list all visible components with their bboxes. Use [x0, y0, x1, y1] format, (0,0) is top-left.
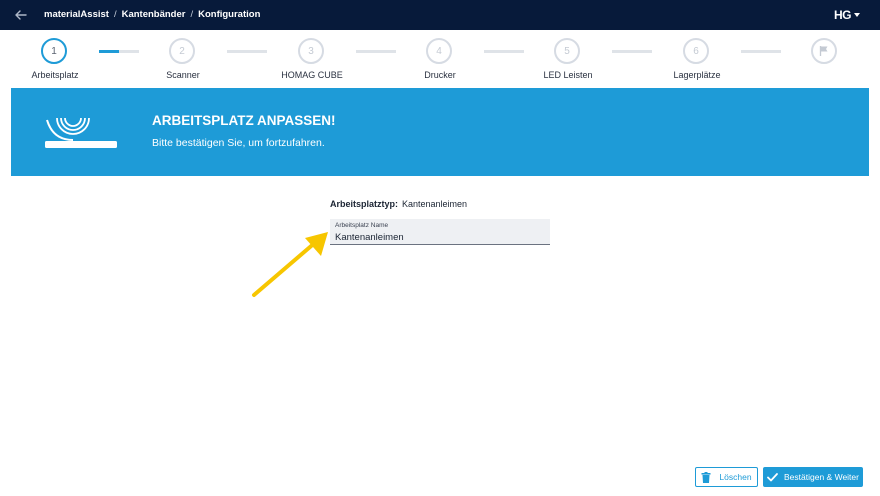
workstation-name-field[interactable]: Arbeitsplatz Name Kantenanleimen	[330, 219, 550, 245]
step-connector	[612, 50, 652, 53]
breadcrumb-separator: /	[113, 9, 117, 20]
workstation-type-value: Kantenanleimen	[402, 199, 468, 209]
step-connector	[741, 50, 781, 53]
delete-button-label: Löschen	[719, 472, 752, 482]
delete-button[interactable]: Löschen	[695, 467, 758, 487]
workstation-type-row: Arbeitsplatztyp: Kantenanleimen	[330, 199, 467, 209]
step-number: 1	[51, 45, 57, 57]
step-4-circle[interactable]: 4	[426, 38, 452, 64]
breadcrumb: materialAssist / Kantenbänder / Konfiguratio…	[44, 9, 260, 20]
flag-icon	[819, 46, 828, 56]
breadcrumb-item-kantenbaender[interactable]: Kantenbänder	[122, 9, 186, 20]
step-3-circle[interactable]: 3	[298, 38, 324, 64]
step-connector-progress	[99, 50, 119, 53]
breadcrumb-item-konfiguration: Konfiguration	[198, 9, 261, 20]
edgebanding-workstation-icon	[45, 117, 117, 148]
step-connector	[99, 50, 139, 53]
step-number: 5	[564, 45, 570, 57]
info-banner: ARBEITSPLATZ ANPASSEN! Bitte bestätigen …	[11, 88, 869, 176]
step-label-arbeitsplatz[interactable]: Arbeitsplatz	[31, 70, 78, 80]
back-arrow-icon[interactable]	[12, 6, 30, 24]
breadcrumb-separator: /	[190, 9, 194, 20]
step-label-lagerplaetze[interactable]: Lagerplätze	[673, 70, 720, 80]
confirm-and-continue-button[interactable]: Bestätigen & Weiter	[763, 467, 863, 487]
step-number: 4	[436, 45, 442, 57]
step-finish-circle[interactable]	[811, 38, 837, 64]
step-connector	[356, 50, 396, 53]
confirm-button-label: Bestätigen & Weiter	[784, 472, 859, 482]
step-1-circle[interactable]: 1	[41, 38, 67, 64]
step-6-circle[interactable]: 6	[683, 38, 709, 64]
banner-subtitle: Bitte bestätigen Sie, um fortzufahren.	[152, 137, 325, 149]
step-connector	[484, 50, 524, 53]
step-number: 2	[179, 45, 185, 57]
brand-logo: HG	[834, 8, 852, 22]
step-5-circle[interactable]: 5	[554, 38, 580, 64]
caret-down-icon	[854, 13, 860, 17]
workstation-name-label: Arbeitsplatz Name	[335, 222, 389, 229]
step-number: 3	[308, 45, 314, 57]
step-label-scanner[interactable]: Scanner	[166, 70, 200, 80]
step-2-circle[interactable]: 2	[169, 38, 195, 64]
checkmark-icon	[767, 472, 778, 481]
step-number: 6	[693, 45, 699, 57]
breadcrumb-item-materialassist[interactable]: materialAssist	[44, 9, 109, 20]
trash-icon	[701, 471, 711, 483]
annotation-arrow-icon	[252, 232, 328, 297]
workstation-name-input[interactable]: Kantenanleimen	[335, 232, 404, 243]
step-label-drucker[interactable]: Drucker	[424, 70, 456, 80]
workstation-type-label: Arbeitsplatztyp:	[330, 199, 399, 209]
step-label-homag-cube[interactable]: HOMAG CUBE	[281, 70, 343, 80]
brand-menu[interactable]: HG	[834, 8, 860, 22]
step-label-led-leisten[interactable]: LED Leisten	[543, 70, 592, 80]
wizard-stepper: 1 2 3 4 5 6 Arbeitsplatz Scanner HOMAG C…	[0, 30, 880, 88]
step-connector	[227, 50, 267, 53]
banner-title: ARBEITSPLATZ ANPASSEN!	[152, 113, 336, 128]
top-bar: materialAssist / Kantenbänder / Konfiguratio…	[0, 0, 880, 30]
